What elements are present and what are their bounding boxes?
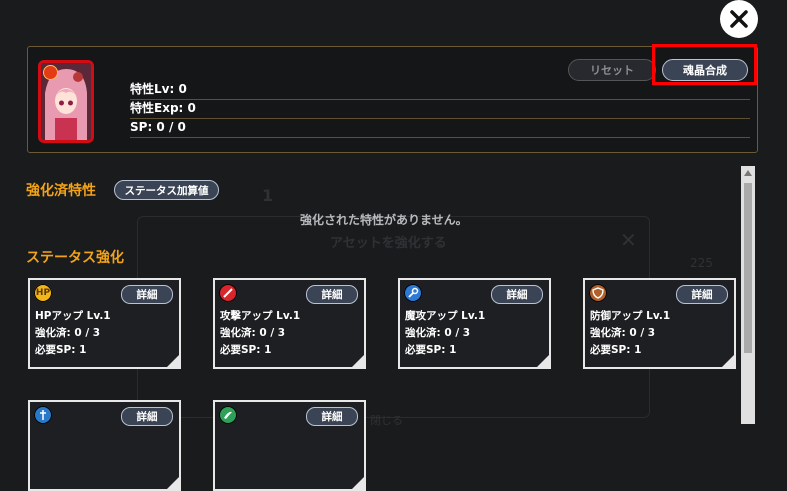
shield-icon — [589, 284, 607, 302]
character-header-panel: リセット 魂晶合成 特性Lv: 0 特性Exp: 0 SP: 0 / 0 — [27, 46, 758, 153]
trait-name: 攻撃アップ Lv.1 — [220, 310, 301, 322]
trait-card-hp[interactable]: HP 詳細 HPアップ Lv.1 強化済: 0 / 3 必要SP: 1 — [28, 278, 181, 369]
trait-card-magic-defense[interactable]: 詳細 — [28, 400, 181, 491]
background-close-button-ghost: 閉じる — [370, 414, 403, 427]
empty-traits-message: 強化された特性がありません。 — [300, 213, 468, 227]
background-count-ghost: 1 — [262, 186, 274, 205]
sword-icon — [219, 284, 237, 302]
trait-level-text: 特性Lv: 0 — [130, 81, 750, 100]
background-title-ghost: アセットを強化する — [330, 236, 447, 251]
magic-defense-icon — [34, 406, 52, 424]
soul-crystal-synthesis-button[interactable]: 魂晶合成 — [662, 59, 748, 81]
background-close-ghost: ✕ — [620, 228, 637, 252]
trait-name: 魔攻アップ Lv.1 — [405, 310, 486, 322]
trait-level: 強化済: 0 / 3 — [220, 327, 286, 339]
hp-icon: HP — [34, 284, 52, 302]
character-portrait[interactable] — [38, 60, 94, 143]
status-bonus-button[interactable]: ステータス加算値 — [114, 180, 219, 200]
detail-button[interactable]: 詳細 — [121, 407, 173, 426]
trait-required-sp: 必要SP: 1 — [590, 344, 642, 356]
trait-required-sp: 必要SP: 1 — [220, 344, 272, 356]
detail-button[interactable]: 詳細 — [306, 285, 358, 304]
trait-level: 強化済: 0 / 3 — [590, 327, 656, 339]
status-enhancement-title: ステータス強化 — [26, 250, 124, 266]
detail-button[interactable]: 詳細 — [491, 285, 543, 304]
trait-card-magic-attack[interactable]: 詳細 魔攻アップ Lv.1 強化済: 0 / 3 必要SP: 1 — [398, 278, 551, 369]
scroll-thumb[interactable] — [744, 183, 752, 353]
trait-card-defense[interactable]: 詳細 防御アップ Lv.1 強化済: 0 / 3 必要SP: 1 — [583, 278, 736, 369]
trait-exp-text: 特性Exp: 0 — [130, 100, 750, 119]
trait-card-attack[interactable]: 詳細 攻撃アップ Lv.1 強化済: 0 / 3 必要SP: 1 — [213, 278, 366, 369]
trait-card-speed[interactable]: 詳細 — [213, 400, 366, 491]
fire-element-icon — [43, 65, 58, 80]
scroll-up-arrow-icon[interactable] — [744, 170, 752, 176]
trait-level: 強化済: 0 / 3 — [35, 327, 101, 339]
trait-required-sp: 必要SP: 1 — [405, 344, 457, 356]
detail-button[interactable]: 詳細 — [121, 285, 173, 304]
close-button[interactable] — [720, 0, 758, 38]
speed-icon — [219, 406, 237, 424]
sp-text: SP: 0 / 0 — [130, 119, 750, 138]
trait-level: 強化済: 0 / 3 — [405, 327, 471, 339]
scrollbar[interactable] — [741, 166, 755, 424]
trait-name: 防御アップ Lv.1 — [590, 310, 671, 322]
trait-name: HPアップ Lv.1 — [35, 310, 111, 322]
reset-button[interactable]: リセット — [568, 59, 656, 81]
background-value-ghost: 225 — [690, 256, 713, 270]
close-icon — [730, 10, 748, 28]
detail-button[interactable]: 詳細 — [306, 407, 358, 426]
trait-required-sp: 必要SP: 1 — [35, 344, 87, 356]
magic-staff-icon — [404, 284, 422, 302]
detail-button[interactable]: 詳細 — [676, 285, 728, 304]
enhanced-traits-title: 強化済特性 — [26, 183, 96, 199]
